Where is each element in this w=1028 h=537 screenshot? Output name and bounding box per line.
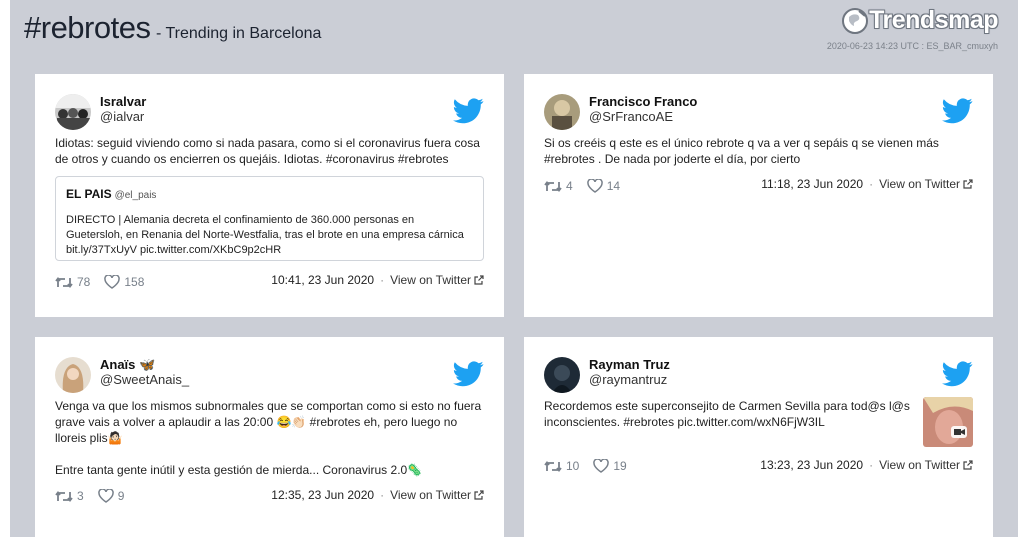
view-on-twitter-label: View on Twitter [879,458,960,472]
tweet-footer: 13:23, 23 Jun 2020 · View on Twitter [760,458,973,472]
like-count[interactable]: 14 [586,179,621,193]
heart-icon [586,179,603,193]
author-name[interactable]: Anaïs 🦋 [100,357,155,373]
retweet-icon [544,460,562,472]
avatar[interactable] [55,357,91,393]
avatar[interactable] [55,94,91,130]
retweet-count[interactable]: 3 [55,489,84,503]
twitter-bird-icon[interactable] [453,98,484,124]
tweet-card: Rayman Truz @raymantruz Recordemos este … [524,337,993,537]
view-on-twitter-link[interactable]: View on Twitter [390,273,484,287]
like-count-value: 158 [124,275,145,289]
twitter-bird-icon[interactable] [453,361,484,387]
author-name[interactable]: Francisco Franco [589,94,697,109]
view-on-twitter-link[interactable]: View on Twitter [879,177,973,191]
tweet-time[interactable]: 13:23, 23 Jun 2020 [760,458,863,472]
twitter-bird-icon[interactable] [942,98,973,124]
tweet-footer: 11:18, 23 Jun 2020 · View on Twitter [761,177,973,191]
external-link-icon [474,490,484,500]
retweet-count-value: 3 [77,489,84,503]
retweet-count[interactable]: 4 [544,179,573,193]
logo-text: Trendsmap [869,6,998,34]
like-count[interactable]: 19 [593,459,627,473]
tweet-stats: 4 14 [544,179,634,193]
timestamp-meta: 2020-06-23 14:23 UTC : ES_BAR_cmuxyh [826,41,998,51]
tweet-footer: 10:41, 23 Jun 2020 · View on Twitter [271,273,484,287]
separator-dot: · [380,273,385,287]
view-on-twitter-label: View on Twitter [390,488,471,502]
tweet-text: Si os creéis q este es el único rebrote … [544,136,939,166]
tweet-time[interactable]: 12:35, 23 Jun 2020 [271,488,374,502]
view-on-twitter-label: View on Twitter [390,273,471,287]
author-name[interactable]: Isralvar [100,94,146,109]
like-count-value: 14 [606,179,621,193]
retweet-count-value: 78 [77,275,91,289]
retweet-count[interactable]: 78 [55,275,90,289]
external-link-icon [963,179,973,189]
like-count[interactable]: 158 [104,275,144,289]
retweet-count[interactable]: 10 [544,459,579,473]
trendsmap-logo[interactable]: Trendsmap [841,6,998,35]
external-link-icon [474,275,484,285]
tweet-stats: 78 158 [55,275,158,289]
external-link-icon [963,460,973,470]
quoted-author-name: EL PAIS [66,187,112,201]
tweet-text: Idiotas: seguid viviendo como si nada pa… [55,136,480,166]
tweet-text: Venga va que los mismos subnormales que … [55,399,482,477]
page-background: #rebrotes - Trending in Barcelona Trends… [10,0,1018,537]
avatar[interactable] [544,357,580,393]
view-on-twitter-link[interactable]: View on Twitter [879,458,973,472]
globe-pin-icon [842,7,869,34]
retweet-icon [544,180,562,192]
like-count-value: 19 [613,459,627,473]
tweet-card: Francisco Franco @SrFrancoAE Si os creéi… [524,74,993,317]
location-subtitle: - Trending in Barcelona [156,25,322,42]
separator-dot: · [380,488,385,502]
retweet-icon [55,276,73,288]
heart-icon [104,275,121,289]
quoted-tweet-text: DIRECTO | Alemania decreta el confinamie… [66,214,464,256]
author-name[interactable]: Rayman Truz [589,357,670,372]
hashtag-title: #rebrotes [24,10,151,45]
tweet-time[interactable]: 10:41, 23 Jun 2020 [271,273,374,287]
tweet-card: Anaïs 🦋 @SweetAnais_ Venga va que los mi… [35,337,504,537]
separator-dot: · [869,458,874,472]
video-thumbnail[interactable] [923,397,973,447]
heart-icon [593,459,610,473]
author-handle[interactable]: @SrFrancoAE [589,109,673,124]
tweet-stats: 3 9 [55,489,138,503]
author-handle[interactable]: @ialvar [100,109,144,124]
twitter-bird-icon[interactable] [942,361,973,387]
retweet-icon [55,490,73,502]
like-count[interactable]: 9 [97,489,125,503]
tweet-time[interactable]: 11:18, 23 Jun 2020 [761,177,863,191]
heart-icon [97,489,114,503]
tweet-text: Recordemos este superconsejito de Carmen… [544,399,910,429]
separator-dot: · [869,177,874,191]
avatar[interactable] [544,94,580,130]
author-handle[interactable]: @raymantruz [589,372,667,387]
retweet-count-value: 10 [566,459,580,473]
retweet-count-value: 4 [566,179,573,193]
tweet-stats: 10 19 [544,459,641,473]
tweet-footer: 12:35, 23 Jun 2020 · View on Twitter [271,488,484,502]
view-on-twitter-label: View on Twitter [879,177,960,191]
tweet-card: Isralvar @ialvar Idiotas: seguid viviend… [35,74,504,317]
quoted-tweet[interactable]: EL PAIS @el_pais DIRECTO | Alemania decre… [55,176,484,261]
view-on-twitter-link[interactable]: View on Twitter [390,488,484,502]
like-count-value: 9 [117,489,125,503]
author-handle[interactable]: @SweetAnais_ [100,372,189,387]
quoted-author-handle: @el_pais [114,190,157,201]
